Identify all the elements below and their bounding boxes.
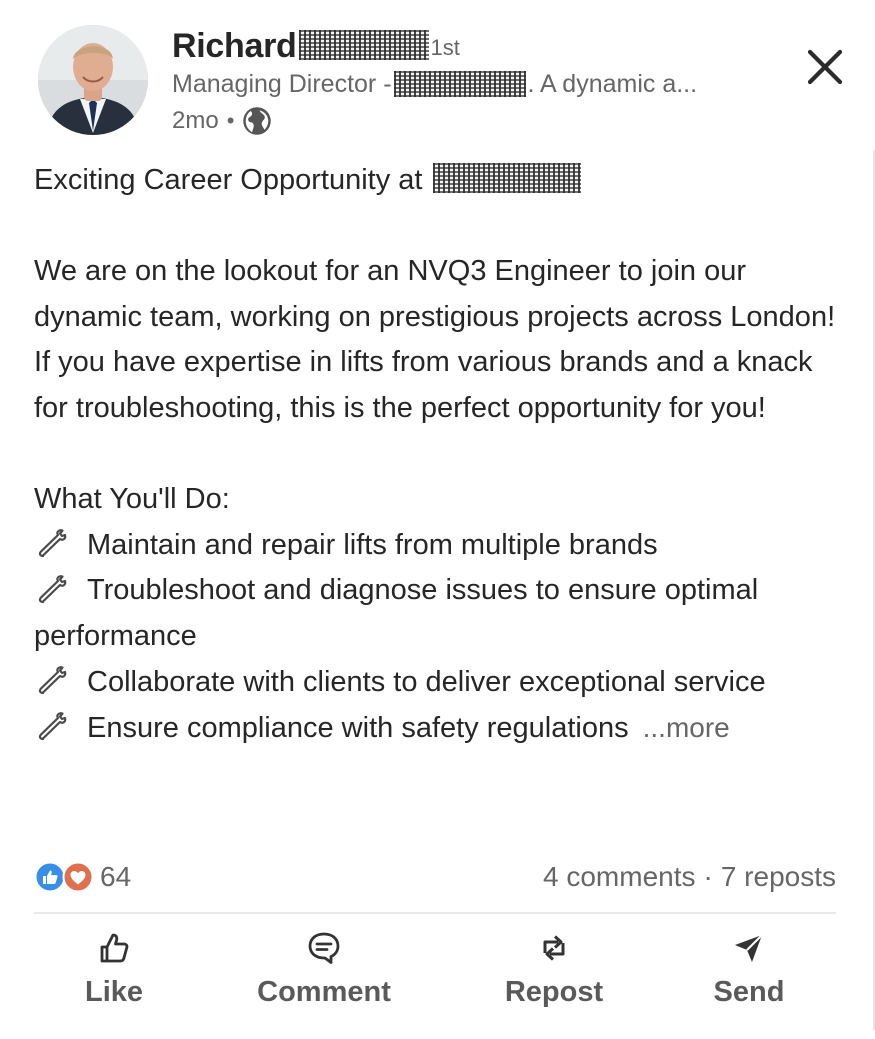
redacted-surname (298, 30, 429, 60)
bullet-text: Ensure compliance with safety regulation… (87, 712, 629, 745)
author-headline: Managing Director - . A dynamic a... (172, 66, 697, 102)
post-body: Exciting Career Opportunity at We are on… (34, 158, 854, 752)
author-name[interactable]: Richard (172, 26, 297, 66)
wrench-icon (38, 712, 67, 741)
redacted-company (393, 71, 526, 97)
meta-separator: • (226, 108, 235, 133)
send-icon (735, 934, 763, 962)
repost-label: Repost (504, 976, 604, 1008)
wrench-icon (38, 666, 67, 694)
bullet-text: Troubleshoot and diagnose issues to ensu… (34, 574, 759, 652)
redacted-company-name (432, 163, 581, 194)
wrench-icon (38, 574, 67, 603)
thumbs-up-icon (100, 933, 129, 963)
bullet-item: Troubleshoot and diagnose issues to ensu… (34, 568, 854, 659)
comment-button[interactable]: Comment (244, 922, 404, 1022)
social-separator: · (703, 861, 713, 892)
comment-icon (308, 932, 340, 964)
headline-suffix: . A dynamic a... (527, 69, 698, 98)
bullet-item: Ensure compliance with safety regulation… (34, 705, 854, 752)
see-more-link[interactable]: ...more (643, 712, 730, 743)
post-intro-line: Exciting Career Opportunity at (34, 158, 854, 204)
reactions-summary[interactable]: 64 (34, 859, 131, 895)
repost-button[interactable]: Repost (494, 922, 614, 1022)
love-reaction-icon (62, 861, 94, 893)
comments-count[interactable]: 4 comments (543, 861, 696, 893)
reaction-count: 64 (100, 861, 132, 892)
globe-icon (243, 107, 272, 135)
post-intro: Exciting Career Opportunity at (34, 164, 423, 196)
comment-label: Comment (257, 976, 391, 1008)
divider (34, 912, 836, 914)
post-time[interactable]: 2mo (172, 107, 219, 135)
post-meta: 2mo • (172, 104, 272, 138)
repost-icon (543, 935, 565, 961)
connection-degree: 1st (430, 35, 460, 60)
send-label: Send (713, 976, 785, 1008)
headline-prefix: Managing Director - (172, 69, 392, 98)
bullet-text: Maintain and repair lifts from multiple … (87, 528, 658, 561)
like-label: Like (84, 976, 144, 1008)
bullet-item: Maintain and repair lifts from multiple … (34, 523, 854, 569)
wrench-icon (38, 529, 67, 558)
send-button[interactable]: Send (704, 922, 794, 1022)
social-counts: 64 4 comments · 7 reposts (34, 856, 836, 898)
close-icon (807, 49, 843, 85)
section-title: What You'll Do: (34, 483, 230, 516)
bullet-item: Collaborate with clients to deliver exce… (34, 660, 854, 706)
action-bar: Like Comment Repost Send (34, 922, 836, 1022)
like-button[interactable]: Like (74, 922, 154, 1022)
reposts-count[interactable]: 7 reposts (721, 861, 836, 893)
avatar-image (38, 25, 148, 135)
close-button[interactable] (800, 42, 850, 92)
bullet-text: Collaborate with clients to deliver exce… (87, 665, 766, 698)
author-avatar[interactable] (38, 25, 148, 135)
post-paragraph: We are on the lookout for an NVQ3 Engine… (34, 255, 836, 424)
